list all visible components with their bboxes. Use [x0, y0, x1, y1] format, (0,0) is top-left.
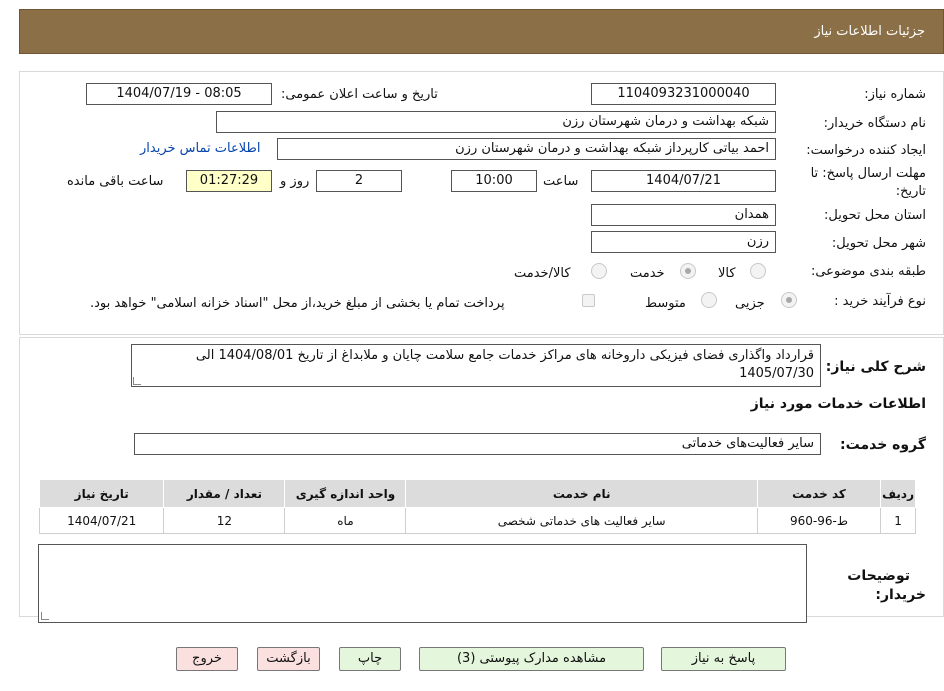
reply-button[interactable]: پاسخ به نیاز [661, 647, 786, 671]
creator-label: ایجاد کننده درخواست: [806, 143, 926, 158]
need-number-field[interactable]: 1104093231000040 [591, 83, 776, 105]
services-table-header: ردیف کد خدمت نام خدمت واحد اندازه گیری ت… [38, 479, 916, 508]
category-radio-goods[interactable] [750, 263, 766, 279]
process-radio-minor[interactable] [781, 292, 797, 308]
process-label: نوع فرآیند خرید : [834, 294, 926, 309]
province-field[interactable]: همدان [591, 204, 776, 226]
page-title: جزئیات اطلاعات نیاز [814, 24, 925, 39]
col-quantity: تعداد / مقدار [163, 479, 286, 508]
process-option-medium: متوسط [645, 296, 686, 311]
deadline-time-field[interactable]: 10:00 [451, 170, 537, 192]
buyer-org-field[interactable]: شبکه بهداشت و درمان شهرستان رزن [216, 111, 776, 133]
col-service-name: نام خدمت [405, 479, 758, 508]
buyer-notes-label: توضیحات [847, 568, 910, 584]
cell-row-number: 1 [880, 507, 916, 534]
creator-field[interactable]: احمد بیاتی کارپرداز شبکه بهداشت و درمان … [277, 138, 776, 160]
col-need-date: تاریخ نیاز [38, 479, 165, 508]
description-label: شرح کلی نیاز: [825, 359, 926, 375]
description-text: قرارداد واگذاری فضای فیزیکی داروخانه های… [195, 348, 814, 381]
exit-button[interactable]: خروج [176, 647, 238, 671]
cell-need-date: 1404/07/21 [38, 507, 165, 534]
buyer-notes-label-2: خریدار: [875, 587, 926, 603]
process-option-minor: جزیی [735, 296, 765, 311]
deadline-label-date: تاریخ: [895, 184, 926, 199]
category-radio-service[interactable] [680, 263, 696, 279]
category-option-goods-service: کالا/خدمت [514, 266, 571, 281]
deadline-label: مهلت ارسال پاسخ: تا [810, 166, 926, 181]
services-section-title: اطلاعات خدمات مورد نیاز [750, 396, 926, 412]
category-option-service: خدمت [630, 266, 665, 281]
description-textarea[interactable]: قرارداد واگذاری فضای فیزیکی داروخانه های… [131, 344, 821, 387]
buyer-contact-link[interactable]: اطلاعات تماس خریدار [140, 141, 260, 156]
days-remaining-field[interactable]: 2 [316, 170, 402, 192]
category-label: طبقه بندی موضوعی: [810, 264, 926, 279]
cell-unit: ماه [284, 507, 407, 534]
services-table: ردیف کد خدمت نام خدمت واحد اندازه گیری ت… [38, 479, 916, 534]
table-row[interactable]: 1 ط-96-960 سایر فعالیت های خدماتی شخصی م… [38, 507, 916, 534]
back-button[interactable]: بازگشت [257, 647, 320, 671]
payment-treasury-note: پرداخت تمام یا بخشی از مبلغ خرید،از محل … [90, 296, 505, 311]
city-label: شهر محل تحویل: [831, 236, 926, 251]
col-service-code: کد خدمت [756, 479, 882, 508]
province-label: استان محل تحویل: [824, 208, 926, 223]
cell-service-name: سایر فعالیت های خدماتی شخصی [405, 507, 758, 534]
col-unit: واحد اندازه گیری [284, 479, 407, 508]
remaining-time-field: 01:27:29 [186, 170, 272, 192]
category-option-goods: کالا [718, 266, 736, 281]
remaining-time-label: ساعت باقی مانده [67, 174, 164, 189]
deadline-time-label: ساعت [543, 174, 579, 189]
col-row-number: ردیف [880, 479, 916, 508]
cell-quantity: 12 [163, 507, 286, 534]
announce-date-field[interactable]: 1404/07/19 - 08:05 [86, 83, 272, 105]
payment-treasury-checkbox[interactable] [582, 294, 595, 307]
city-field[interactable]: رزن [591, 231, 776, 253]
print-button[interactable]: چاپ [339, 647, 401, 671]
category-radio-goods-service[interactable] [591, 263, 607, 279]
need-number-label: شماره نیاز: [864, 87, 926, 102]
service-group-label: گروه خدمت: [840, 437, 926, 453]
announce-date-label: تاریخ و ساعت اعلان عمومی: [281, 87, 438, 102]
cell-service-code: ط-96-960 [756, 507, 882, 534]
buyer-notes-textarea[interactable] [38, 544, 807, 623]
buyer-org-label: نام دستگاه خریدار: [823, 116, 926, 131]
resize-grip-icon[interactable] [41, 612, 49, 620]
process-radio-medium[interactable] [701, 292, 717, 308]
deadline-date-field[interactable]: 1404/07/21 [591, 170, 776, 192]
view-attachments-button[interactable]: مشاهده مدارک پیوستی (3) [419, 647, 644, 671]
days-label: روز و [280, 174, 310, 189]
service-group-field[interactable]: سایر فعالیت‌های خدماتی [134, 433, 821, 455]
resize-grip-icon[interactable] [133, 377, 141, 385]
page-header: جزئیات اطلاعات نیاز [19, 9, 944, 54]
